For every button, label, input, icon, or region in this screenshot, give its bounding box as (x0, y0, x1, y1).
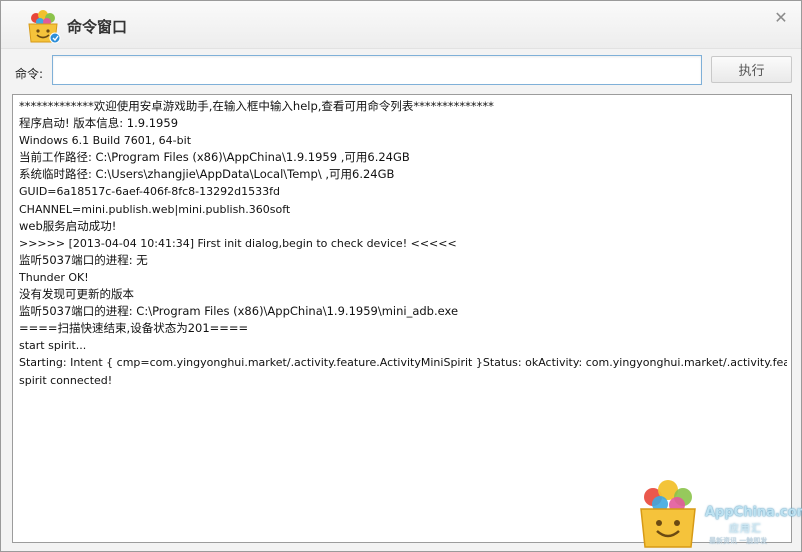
log-line: 监听5037端口的进程: C:\Program Files (x86)\AppC… (19, 304, 459, 319)
log-line: 程序启动! 版本信息: 1.9.1959 (19, 116, 179, 131)
appchina-bag-logo-icon (640, 480, 696, 548)
command-row: 命令: 执行 (1, 51, 801, 89)
log-line: *************欢迎使用安卓游戏助手,在输入框中输入help,查看可用… (19, 99, 494, 113)
log-line: CHANNEL=mini.publish.web|mini.publish.36… (19, 202, 291, 216)
log-line: 系统临时路径: C:\Users\zhangjie\AppData\Local\… (19, 167, 395, 182)
log-line: Thunder OK! (19, 270, 89, 284)
log-line: ====扫描快速结束,设备状态为201==== (19, 321, 249, 336)
log-line: start spirit... (19, 339, 87, 353)
close-icon[interactable]: ✕ (773, 9, 789, 27)
watermark-brand: AppChina.com (705, 505, 802, 520)
log-line: 没有发现可更新的版本 (19, 287, 134, 302)
log-line: spirit connected! (19, 373, 113, 387)
app-bag-icon (28, 10, 61, 44)
window-title: 命令窗口 (67, 18, 128, 36)
command-input[interactable] (52, 55, 702, 85)
log-line: Windows 6.1 Build 7601, 64-bit (19, 134, 192, 148)
log-line: web服务启动成功! (19, 218, 117, 233)
log-line: 当前工作路径: C:\Program Files (x86)\AppChina\… (19, 150, 410, 165)
title-bar[interactable]: 命令窗口 ✕ (1, 1, 801, 49)
execute-button[interactable]: 执行 (711, 56, 792, 83)
log-line: Starting: Intent { cmp=com.yingyonghui.m… (19, 356, 787, 370)
watermark-tagline: 最新资讯 一触即发 (709, 537, 768, 545)
log-list: *************欢迎使用安卓游戏助手,在输入框中输入help,查看可用… (19, 98, 787, 389)
command-label: 命令: (15, 67, 44, 81)
log-line: GUID=6a18517c-6aef-406f-8fc8-13292d1533f… (19, 185, 280, 199)
command-window: 命令窗口 ✕ 命令: 执行 *************欢迎使用安卓游戏助手,在输… (0, 0, 802, 552)
log-line: 监听5037端口的进程: 无 (19, 252, 148, 267)
appchina-watermark: AppChina.com 应用汇 最新资讯 一触即发 (631, 475, 802, 552)
watermark-brand-cn: 应用汇 (729, 524, 762, 535)
log-line: >>>>> [2013-04-04 10:41:34] First init d… (19, 236, 457, 250)
